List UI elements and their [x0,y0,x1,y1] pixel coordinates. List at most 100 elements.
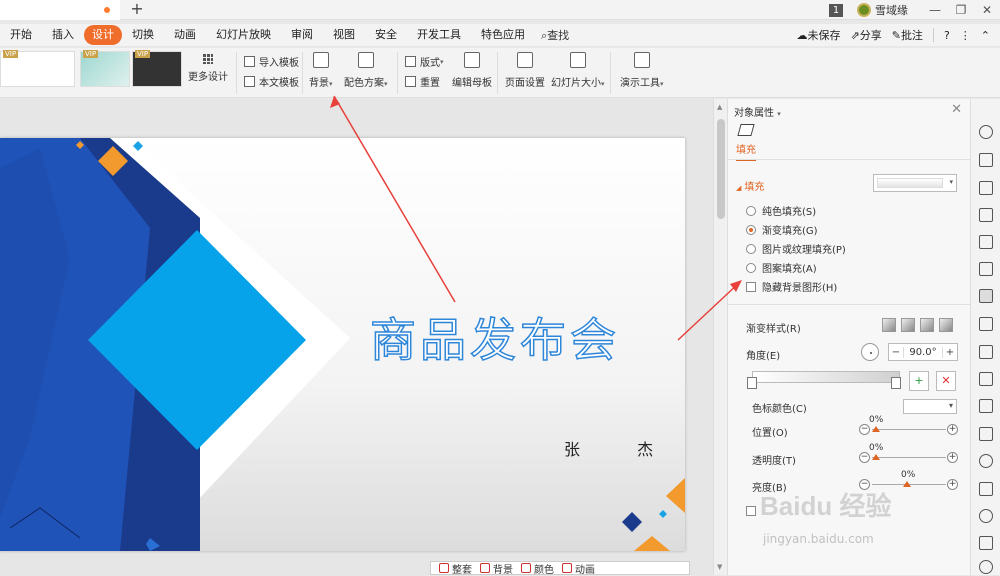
tab-animation[interactable]: 动画 [164,25,206,45]
stop-color-dropdown[interactable] [903,399,957,414]
radio-button[interactable] [746,244,756,254]
hide-bg-graphics-checkbox[interactable]: 隐藏背景图形(H) [746,279,837,294]
tab-transition[interactable]: 切换 [122,25,164,45]
animation-quick-button[interactable]: 动画 [562,561,595,576]
scrollbar-thumb[interactable] [717,119,725,219]
tab-design[interactable]: 设计 [84,25,122,45]
angle-value[interactable]: 90.0° [903,347,943,358]
collapse-icon[interactable]: ⌃ [981,29,990,42]
sparkle-icon[interactable] [979,482,993,496]
slider-plus-button[interactable]: + [947,452,958,463]
design-thumbnail[interactable]: VIP [132,51,182,87]
position-slider[interactable]: − 0% + [859,423,959,437]
slide-title[interactable]: 商品发布会 [370,304,620,370]
scroll-down-icon[interactable]: ▼ [717,563,722,571]
tool-icon[interactable] [979,536,993,550]
vertical-scrollbar[interactable]: ▲ ▼ [713,99,727,575]
slide[interactable]: 商品发布会 张 杰 [0,138,685,551]
import-template-button[interactable]: 导入模板 [244,54,299,69]
minimize-icon[interactable]: — [922,3,948,17]
tab-security[interactable]: 安全 [365,25,407,45]
slide-subtitle[interactable]: 张 杰 [564,436,679,460]
radio-button[interactable] [746,206,756,216]
comment-button[interactable]: ✎批注 [892,27,923,43]
slider-knob[interactable] [872,426,880,432]
background-quick-button[interactable]: 背景 [480,561,513,576]
restore-icon[interactable]: ❐ [948,3,974,17]
set-button[interactable]: 整套 [439,561,472,576]
tab-features[interactable]: 特色应用 [471,25,535,45]
close-icon[interactable]: ✕ [974,3,1000,17]
tab-view[interactable]: 视图 [323,25,365,45]
radial-gradient-button[interactable] [901,318,915,332]
rect-gradient-button[interactable] [920,318,934,332]
checkbox[interactable] [746,506,756,516]
reset-button[interactable]: 重置 [405,74,440,89]
design-thumbnail[interactable]: VIP [0,51,75,87]
page-setup-button[interactable]: 页面设置 [505,52,545,89]
fill-section-header[interactable]: ◢填充 [736,178,764,193]
slider-track[interactable] [872,457,946,458]
this-template-button[interactable]: 本文模板 [244,74,299,89]
slide-size-button[interactable]: 幻灯片大小▾ [551,52,605,89]
slider-plus-button[interactable]: + [947,424,958,435]
delete-stop-button[interactable]: ✕ [936,371,956,391]
document-tab[interactable] [0,0,120,20]
search-button[interactable]: ⌕查找 [535,27,575,43]
radio-button[interactable] [746,263,756,273]
gradient-bar[interactable] [752,371,900,383]
radio-button[interactable] [746,225,756,235]
color-quick-button[interactable]: 颜色 [521,561,554,576]
paint-bucket-icon[interactable] [737,124,754,136]
linear-gradient-button[interactable] [882,318,896,332]
slider-track[interactable] [872,429,946,430]
path-gradient-button[interactable] [939,318,953,332]
slider-minus-button[interactable]: − [859,424,870,435]
grid-icon[interactable] [979,235,993,249]
layout-button[interactable]: 版式▾ [405,54,444,69]
window-count-badge[interactable]: 1 [829,4,843,17]
help-icon[interactable]: ? [944,29,950,42]
transparency-slider[interactable]: − 0% + [859,451,959,465]
add-stop-button[interactable]: + [909,371,929,391]
radio-picture-fill[interactable]: 图片或纹理填充(P) [746,241,846,256]
slider-plus-button[interactable]: + [947,479,958,490]
more-design-button[interactable]: 更多设计 [188,54,228,83]
slider-knob[interactable] [872,454,880,460]
new-tab-button[interactable]: + [128,0,146,20]
export-icon[interactable] [979,345,993,359]
history-icon[interactable] [979,509,993,523]
design-thumbnail[interactable]: VIP [80,51,130,87]
presentation-tools-button[interactable]: 演示工具▾ [620,52,664,89]
share-button[interactable]: ⇗分享 [851,27,882,43]
angle-dial[interactable] [861,343,879,361]
tab-developer[interactable]: 开发工具 [407,25,471,45]
box-icon[interactable] [979,372,993,386]
close-icon[interactable]: ✕ [951,102,962,117]
copy-icon[interactable] [979,153,993,167]
tab-slideshow[interactable]: 幻灯片放映 [206,25,281,45]
checkbox[interactable] [746,282,756,292]
gradient-stop-start[interactable] [747,377,757,389]
radio-solid-fill[interactable]: 纯色填充(S) [746,203,816,218]
background-button[interactable]: 背景▾ [309,52,333,89]
username[interactable]: 雪域缘 [875,2,908,18]
slider-minus-button[interactable]: − [859,452,870,463]
tab-insert[interactable]: 插入 [42,25,84,45]
fill-preset-dropdown[interactable]: ▾ [873,174,957,192]
shield-icon[interactable] [979,454,993,468]
picture-icon[interactable] [979,317,993,331]
tab-home[interactable]: 开始 [0,25,42,45]
table-icon[interactable] [979,208,993,222]
shape-icon[interactable] [979,181,993,195]
unsaved-button[interactable]: ☁未保存 [797,27,841,43]
tab-review[interactable]: 审阅 [281,25,323,45]
location-icon[interactable] [979,560,993,574]
scroll-up-icon[interactable]: ▲ [717,103,722,111]
tab-fill[interactable]: 填充 [736,141,756,161]
radio-pattern-fill[interactable]: 图案填充(A) [746,260,817,275]
color-scheme-button[interactable]: 配色方案▾ [344,52,388,89]
angle-stepper[interactable]: − 90.0° + [888,343,958,361]
increment-button[interactable]: + [943,347,957,358]
chart-icon[interactable] [979,262,993,276]
